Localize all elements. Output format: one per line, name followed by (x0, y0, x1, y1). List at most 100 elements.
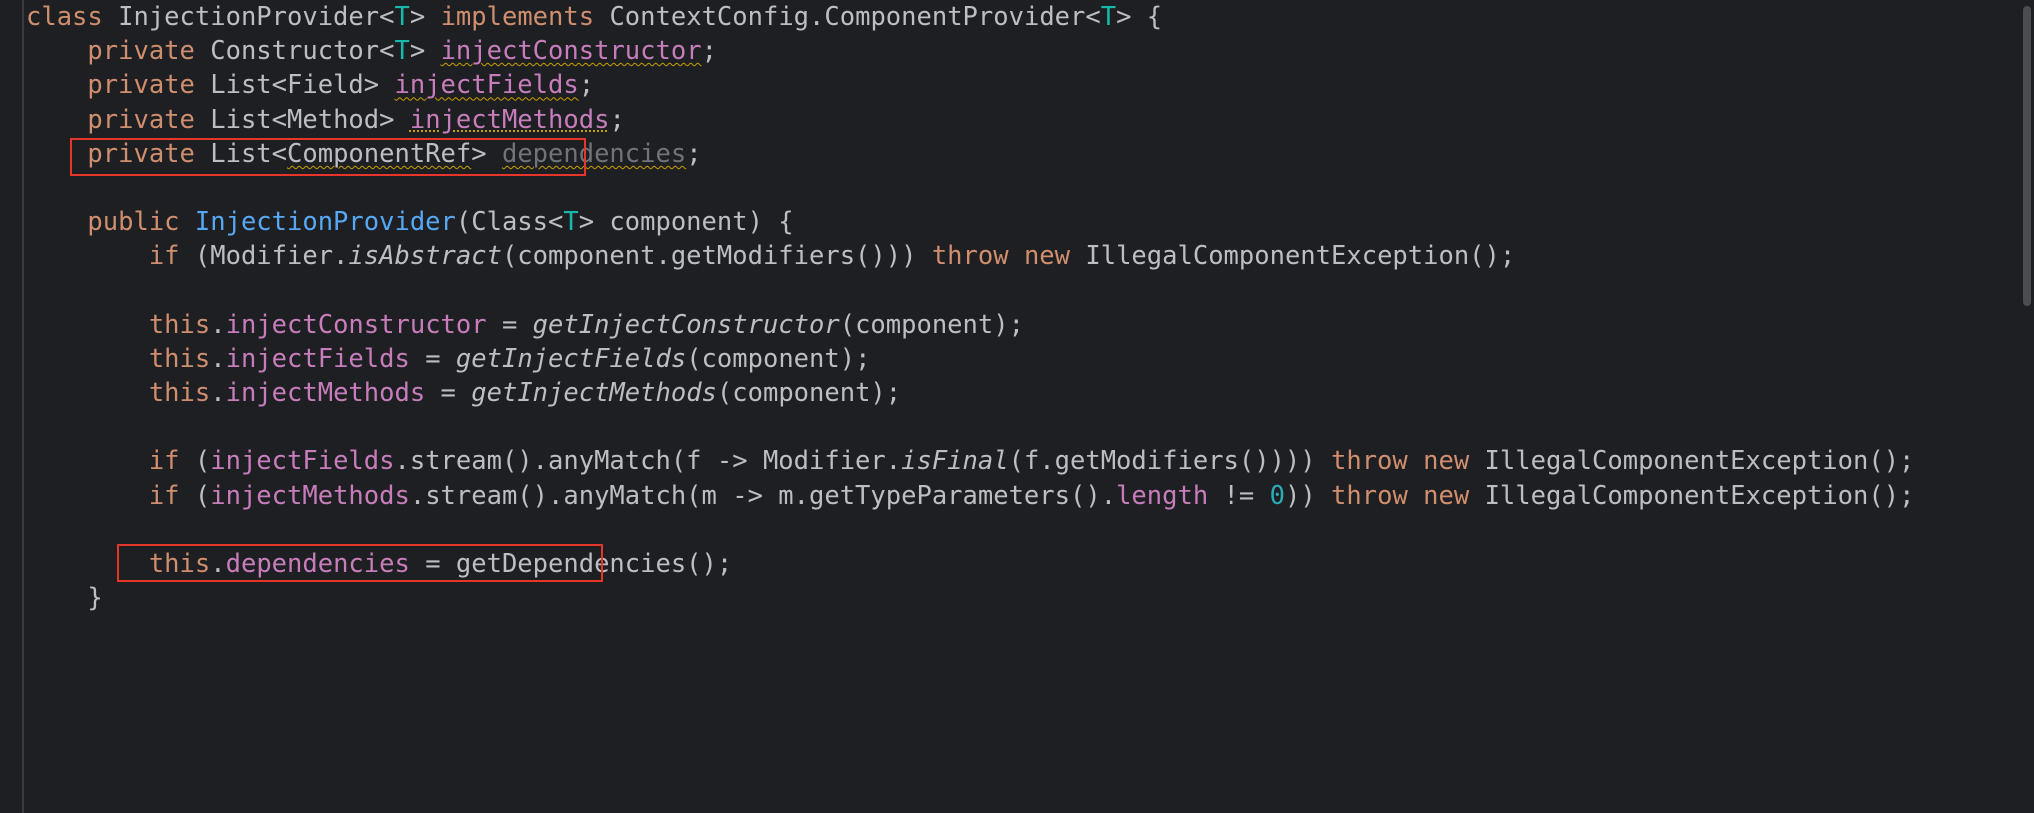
code-line[interactable]: this.injectFields = getInjectFields(comp… (26, 342, 1914, 376)
code-token: InjectionProvider (194, 207, 456, 238)
code-token: new (1423, 446, 1485, 477)
code-token: . (210, 343, 226, 374)
code-token: (Class< (455, 207, 564, 238)
code-line[interactable]: if (injectMethods.stream().anyMatch(m ->… (26, 479, 1915, 513)
code-token: T (394, 2, 410, 32)
code-token: this (148, 549, 211, 579)
code-token: throw (1331, 446, 1424, 477)
code-token: ( (194, 480, 211, 511)
code-token: dependencies (501, 138, 687, 169)
gutter-divider (22, 0, 24, 813)
code-line[interactable]: private List<ComponentRef> dependencies; (26, 137, 1914, 171)
code-token: throw (931, 241, 1024, 272)
code-token: (component); (686, 343, 871, 374)
code-token: ; (578, 70, 595, 101)
code-editor[interactable]: class InjectionProvider<T> implements Co… (0, 0, 2034, 813)
code-line[interactable]: public InjectionProvider(Class<T> compon… (26, 205, 1914, 239)
code-line[interactable]: this.dependencies = getDependencies(); (26, 547, 1914, 581)
code-token: dependencies (225, 549, 410, 579)
code-token: isAbstract (348, 241, 502, 272)
code-token: ; (701, 36, 717, 67)
code-token: 0 (1269, 480, 1285, 511)
code-token: .stream().anyMatch(f -> Modifier. (394, 446, 902, 477)
code-token: injectFields (210, 446, 395, 477)
code-token: length (1116, 480, 1209, 511)
code-token: (Modifier. (194, 241, 349, 272)
code-token: (component.getModifiers())) (501, 241, 932, 272)
code-token: class (26, 2, 119, 32)
code-line[interactable] (26, 513, 1914, 547)
code-line[interactable]: if (injectFields.stream().anyMatch(f -> … (26, 444, 1915, 478)
code-line[interactable]: private List<Method> injectMethods; (26, 103, 1914, 137)
code-token: List<Method> (210, 104, 410, 135)
code-line[interactable] (26, 171, 1914, 205)
code-content[interactable]: class InjectionProvider<T> implements Co… (26, 0, 1914, 615)
code-token: )) (1284, 480, 1332, 511)
code-line[interactable]: } (26, 581, 1914, 615)
code-token: IllegalComponentException(); (1484, 446, 1915, 477)
code-token: .stream().anyMatch(m -> m.getTypeParamet… (409, 480, 1117, 511)
code-token: injectConstructor (440, 36, 702, 67)
code-token: List< (210, 138, 288, 169)
vertical-scrollbar-thumb[interactable] (2023, 6, 2031, 306)
code-token: T (563, 207, 579, 238)
code-token: throw (1331, 480, 1424, 511)
code-token: implements (440, 2, 610, 32)
code-token: } (26, 583, 103, 614)
code-token: private (87, 104, 211, 135)
code-line[interactable] (26, 274, 1914, 308)
code-token: isFinal (901, 446, 1009, 477)
code-token: IllegalComponentException(); (1484, 480, 1915, 511)
code-token: public (87, 207, 195, 238)
code-token: new (1023, 241, 1086, 272)
code-token: > { (1116, 2, 1163, 32)
code-token: (component); (716, 378, 902, 409)
vertical-scrollbar-track[interactable] (2020, 0, 2034, 813)
code-token: this (148, 378, 211, 409)
code-token: private (87, 36, 211, 67)
code-token: injectFields (394, 70, 579, 101)
code-token: private (87, 70, 211, 101)
code-token: injectConstructor (225, 309, 487, 340)
code-token: IllegalComponentException(); (1085, 241, 1516, 272)
code-token: < (379, 2, 395, 32)
code-token: = (409, 343, 456, 374)
code-token: injectMethods (409, 104, 610, 135)
code-token: this (148, 309, 211, 340)
code-token: if (148, 446, 195, 477)
code-token: Constructor< (210, 36, 395, 67)
code-token: T (394, 36, 410, 67)
code-token: != (1208, 480, 1270, 511)
code-token: . (210, 378, 226, 409)
code-line[interactable]: private List<Field> injectFields; (26, 68, 1914, 102)
code-token: private (87, 138, 211, 169)
code-token: new (1423, 480, 1485, 511)
code-token: if (148, 480, 195, 511)
code-token: = getDependencies(); (409, 549, 733, 579)
code-token: injectMethods (210, 480, 410, 511)
code-token: this (148, 343, 211, 374)
code-line[interactable]: private Constructor<T> injectConstructor… (26, 34, 1914, 68)
code-line[interactable]: this.injectConstructor = getInjectConstr… (26, 308, 1914, 342)
code-token: . (210, 549, 226, 579)
code-line[interactable]: class InjectionProvider<T> implements Co… (26, 0, 1914, 34)
code-line[interactable]: this.injectMethods = getInjectMethods(co… (26, 376, 1914, 410)
code-token: getInjectConstructor (532, 309, 840, 340)
code-token: = (425, 378, 472, 409)
code-line[interactable] (26, 410, 1914, 444)
code-token: (component); (839, 309, 1024, 340)
code-token: > (471, 138, 502, 169)
code-line[interactable]: if (Modifier.isAbstract(component.getMod… (26, 239, 1914, 273)
code-token: . (210, 309, 226, 340)
code-token: = (486, 309, 533, 340)
